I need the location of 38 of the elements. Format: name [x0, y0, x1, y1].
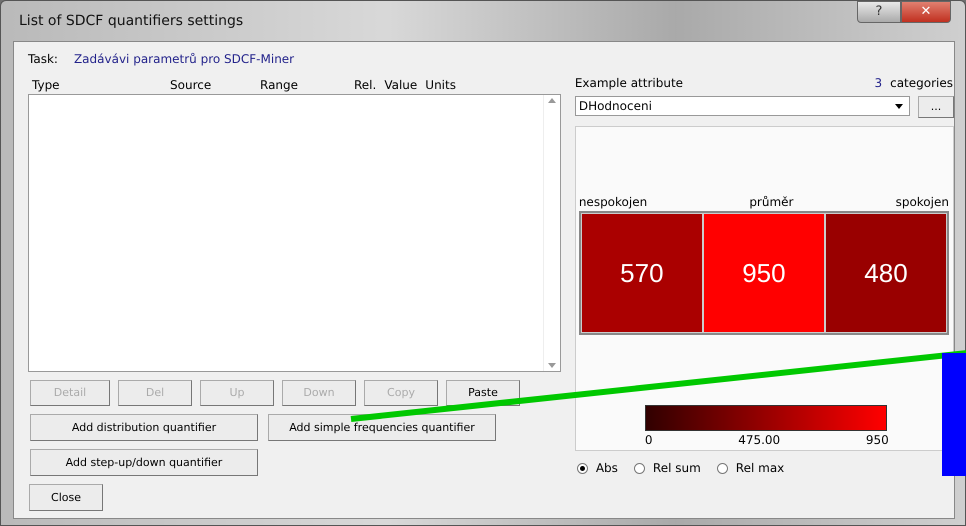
category-label: nespokojen — [578, 194, 648, 211]
close-button[interactable]: Close — [29, 484, 103, 511]
radio-button[interactable] — [716, 462, 728, 474]
heatmap-cell: 950 — [702, 213, 825, 333]
category-label: spokojen — [896, 194, 949, 211]
help-button[interactable]: ? — [857, 1, 901, 23]
example-attribute-label: Example attribute — [574, 75, 684, 92]
scroll-up-icon[interactable] — [548, 98, 556, 103]
column-header[interactable]: Source — [170, 76, 260, 94]
column-header[interactable]: Units — [425, 76, 486, 94]
scale-label: 950 — [866, 432, 889, 449]
add-quantifier-button[interactable]: Add distribution quantifier — [30, 414, 258, 441]
close-button[interactable]: ✕ — [901, 1, 951, 23]
heatmap-cell: 480 — [824, 213, 948, 333]
add-quantifier-button[interactable]: Add simple frequencies quantifier — [268, 414, 496, 441]
category-count: 3 — [874, 75, 882, 92]
scroll-down-icon[interactable] — [548, 363, 556, 368]
scale-label: 475.00 — [738, 432, 780, 449]
heatmap-cell: 570 — [580, 213, 703, 333]
add-quantifier-button[interactable]: Add step-up/down quantifier — [30, 449, 258, 476]
radio-label: Rel max — [736, 460, 784, 477]
radio-label: Abs — [596, 460, 618, 477]
scale-label: 0 — [644, 432, 652, 449]
column-header[interactable]: Type — [32, 76, 170, 94]
radio-button[interactable] — [576, 462, 588, 474]
column-header[interactable]: Value — [384, 76, 418, 94]
category-label: průměr — [749, 194, 794, 211]
categories-label: categories — [890, 75, 953, 92]
task-name: Zadávávi parametrů pro SDCF-Miner — [74, 51, 294, 68]
dropdown-caret-icon[interactable] — [895, 104, 903, 108]
radio-label: Rel sum — [652, 460, 701, 477]
attribute-dropdown[interactable]: DHodnoceni — [574, 96, 910, 116]
column-header[interactable]: Rel. — [354, 76, 376, 94]
radio-button[interactable] — [634, 462, 645, 474]
task-label: Task: — [28, 51, 58, 68]
column-header[interactable]: Range — [260, 76, 354, 94]
window-title: List of SDCF quantifiers settings — [19, 12, 244, 30]
browse-button[interactable]: ... — [918, 96, 954, 118]
